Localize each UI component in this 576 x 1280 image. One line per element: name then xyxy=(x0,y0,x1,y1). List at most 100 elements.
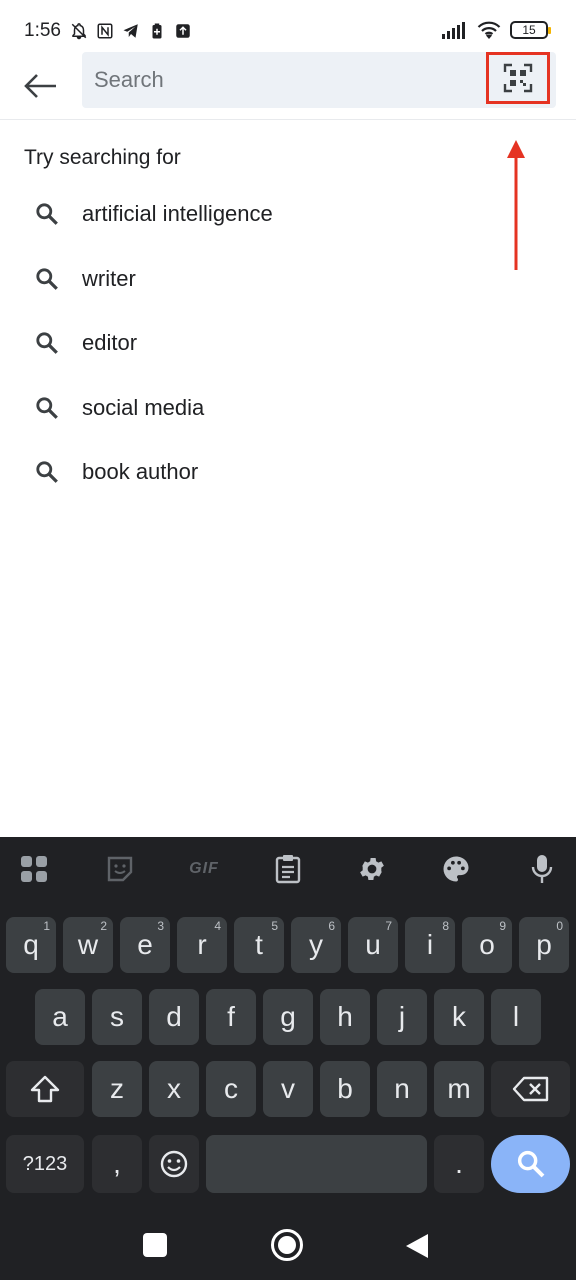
search-icon xyxy=(36,461,58,484)
emoji-key[interactable] xyxy=(149,1135,199,1193)
voice-input-button[interactable] xyxy=(524,851,560,887)
key-p[interactable]: p0 xyxy=(519,917,569,973)
arrow-back-icon xyxy=(24,74,56,98)
comma-key[interactable]: , xyxy=(92,1135,142,1193)
suggestion-label: artificial intelligence xyxy=(82,201,273,227)
key-n[interactable]: n xyxy=(377,1061,427,1117)
key-hint: 4 xyxy=(214,919,221,933)
key-label: j xyxy=(398,1001,406,1032)
key-u[interactable]: u7 xyxy=(348,917,398,973)
backspace-key[interactable] xyxy=(491,1061,570,1117)
symbols-key[interactable]: ?123 xyxy=(6,1135,84,1193)
shift-key[interactable] xyxy=(6,1061,84,1117)
period-key[interactable]: . xyxy=(434,1135,484,1193)
recents-button[interactable] xyxy=(143,1233,167,1257)
wifi-icon xyxy=(477,21,501,39)
theme-button[interactable] xyxy=(438,851,474,887)
settings-button[interactable] xyxy=(354,851,390,887)
space-bar[interactable] xyxy=(206,1135,427,1193)
suggestion-item[interactable]: book author xyxy=(0,440,480,505)
key-hint: 7 xyxy=(385,919,392,933)
key-hint: 8 xyxy=(442,919,449,933)
gif-button[interactable]: GIF xyxy=(184,851,224,887)
nfc-icon xyxy=(97,23,113,39)
period-label: . xyxy=(455,1148,463,1179)
battery-level: 15 xyxy=(522,23,536,37)
key-t[interactable]: t5 xyxy=(234,917,284,973)
battery-indicator: 15 xyxy=(510,21,551,39)
clipboard-button[interactable] xyxy=(270,851,306,887)
key-label: q xyxy=(23,929,39,960)
back-nav-button[interactable] xyxy=(404,1232,430,1260)
key-a[interactable]: a xyxy=(35,989,85,1045)
suggestion-item[interactable]: editor xyxy=(0,311,480,376)
key-label: e xyxy=(137,929,153,960)
key-z[interactable]: z xyxy=(92,1061,142,1117)
key-label: u xyxy=(365,929,381,960)
shift-icon xyxy=(30,1075,60,1103)
suggestion-item[interactable]: artificial intelligence xyxy=(0,182,480,247)
key-label: y xyxy=(309,929,323,960)
key-label: f xyxy=(227,1001,235,1032)
key-x[interactable]: x xyxy=(149,1061,199,1117)
key-label: n xyxy=(394,1073,410,1104)
keyboard-toolbar: GIF xyxy=(0,837,576,901)
key-label: p xyxy=(536,929,552,960)
search-box xyxy=(82,52,556,108)
key-label: w xyxy=(77,929,99,960)
clipboard-icon xyxy=(275,855,301,884)
home-button[interactable] xyxy=(271,1229,303,1261)
key-o[interactable]: o9 xyxy=(462,917,512,973)
search-icon xyxy=(36,397,58,419)
status-notification-icons xyxy=(70,22,192,40)
key-m[interactable]: m xyxy=(434,1061,484,1117)
back-button[interactable] xyxy=(18,64,62,108)
sticker-button[interactable] xyxy=(102,851,138,887)
key-label: v xyxy=(281,1073,295,1104)
key-d[interactable]: d xyxy=(149,989,199,1045)
key-w[interactable]: w2 xyxy=(63,917,113,973)
key-label: a xyxy=(52,1001,68,1032)
key-label: b xyxy=(337,1073,353,1104)
key-label: k xyxy=(452,1001,466,1032)
qr-code-scanner-icon xyxy=(503,63,533,93)
key-h[interactable]: h xyxy=(320,989,370,1045)
key-q[interactable]: q1 xyxy=(6,917,56,973)
key-b[interactable]: b xyxy=(320,1061,370,1117)
key-y[interactable]: y6 xyxy=(291,917,341,973)
key-v[interactable]: v xyxy=(263,1061,313,1117)
qr-scan-button[interactable] xyxy=(486,52,550,104)
key-label: l xyxy=(512,1001,520,1032)
apps-grid-button[interactable] xyxy=(16,851,52,887)
gear-icon xyxy=(360,858,384,880)
search-icon xyxy=(517,1150,544,1178)
sticker-icon xyxy=(107,856,133,882)
suggestion-item[interactable]: social media xyxy=(0,376,480,441)
search-icon xyxy=(36,203,58,226)
telegram-icon xyxy=(123,24,138,38)
key-e[interactable]: e3 xyxy=(120,917,170,973)
search-action-key[interactable] xyxy=(491,1135,570,1193)
key-r[interactable]: r4 xyxy=(177,917,227,973)
microphone-icon xyxy=(531,855,553,883)
key-hint: 3 xyxy=(157,919,164,933)
key-c[interactable]: c xyxy=(206,1061,256,1117)
emoji-icon xyxy=(160,1150,188,1178)
search-icon xyxy=(36,332,58,355)
comma-label: , xyxy=(113,1148,121,1179)
key-f[interactable]: f xyxy=(206,989,256,1045)
key-k[interactable]: k xyxy=(434,989,484,1045)
suggestion-item[interactable]: writer xyxy=(0,247,480,312)
key-j[interactable]: j xyxy=(377,989,427,1045)
app-bar xyxy=(0,52,576,120)
suggestion-label: writer xyxy=(82,265,136,291)
key-i[interactable]: i8 xyxy=(405,917,455,973)
key-g[interactable]: g xyxy=(263,989,313,1045)
key-s[interactable]: s xyxy=(92,989,142,1045)
search-input[interactable] xyxy=(94,52,474,108)
status-system-icons: 15 xyxy=(442,20,551,40)
key-hint: 9 xyxy=(499,919,506,933)
key-label: c xyxy=(224,1073,238,1104)
key-l[interactable]: l xyxy=(491,989,541,1045)
palette-icon xyxy=(443,856,469,882)
